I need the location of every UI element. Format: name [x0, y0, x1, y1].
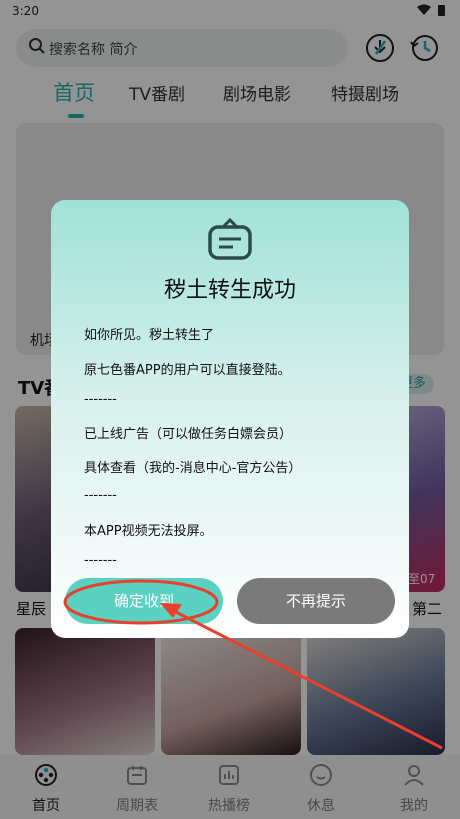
annotation-arrow [160, 603, 443, 750]
